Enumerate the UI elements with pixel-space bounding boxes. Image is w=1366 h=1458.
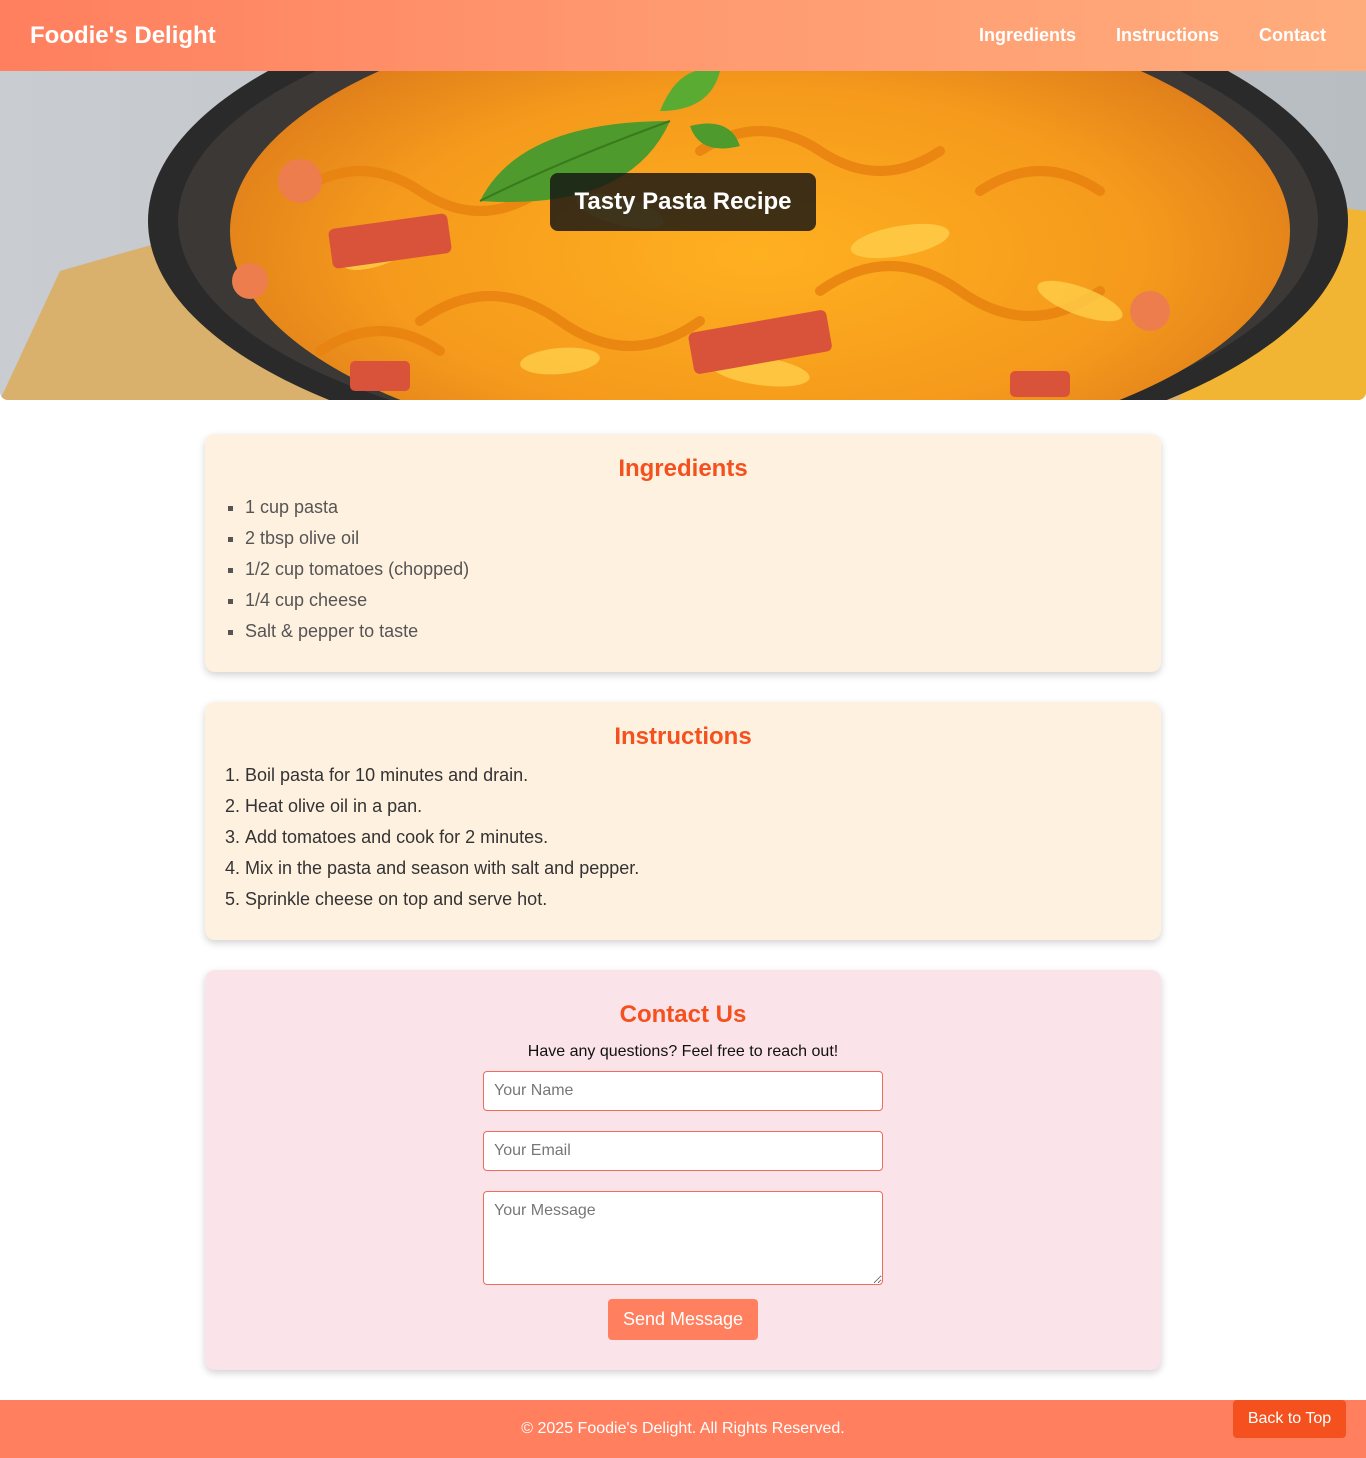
nav-link-instructions[interactable]: Instructions xyxy=(1116,25,1219,46)
contact-heading: Contact Us xyxy=(619,1001,747,1028)
email-input[interactable] xyxy=(483,1131,883,1171)
hero-banner: Tasty Pasta Recipe xyxy=(0,71,1366,400)
list-item: Add tomatoes and cook for 2 minutes. xyxy=(245,824,639,855)
list-item: 1/2 cup tomatoes (chopped) xyxy=(245,556,469,587)
nav-links: Ingredients Instructions Contact xyxy=(979,25,1326,46)
ingredients-card: Ingredients 1 cup pasta 2 tbsp olive oil… xyxy=(205,434,1161,672)
nav-link-ingredients[interactable]: Ingredients xyxy=(979,25,1076,46)
list-item: Salt & pepper to taste xyxy=(245,618,469,649)
copyright-text: © 2025 Foodie's Delight. All Rights Rese… xyxy=(521,1420,845,1437)
message-textarea[interactable] xyxy=(483,1191,883,1285)
contact-subtitle: Have any questions? Feel free to reach o… xyxy=(527,1043,839,1060)
list-item: Heat olive oil in a pan. xyxy=(245,793,639,824)
instructions-heading: Instructions xyxy=(614,723,752,750)
hero-title: Tasty Pasta Recipe xyxy=(550,173,816,231)
list-item: 1/4 cup cheese xyxy=(245,587,469,618)
list-item: 1 cup pasta xyxy=(245,494,469,525)
navbar: Foodie's Delight Ingredients Instruction… xyxy=(0,0,1366,71)
list-item: Boil pasta for 10 minutes and drain. xyxy=(245,762,639,793)
list-item: Mix in the pasta and season with salt an… xyxy=(245,855,639,886)
list-item: Sprinkle cheese on top and serve hot. xyxy=(245,886,639,917)
instructions-card: Instructions Boil pasta for 10 minutes a… xyxy=(205,702,1161,940)
pasta-dish-image xyxy=(0,71,1366,400)
list-item: 2 tbsp olive oil xyxy=(245,525,469,556)
footer: © 2025 Foodie's Delight. All Rights Rese… xyxy=(0,1400,1366,1458)
brand-logo[interactable]: Foodie's Delight xyxy=(30,22,216,50)
nav-link-contact[interactable]: Contact xyxy=(1259,25,1326,46)
ingredients-heading: Ingredients xyxy=(618,455,748,482)
name-input[interactable] xyxy=(483,1071,883,1111)
send-message-button[interactable]: Send Message xyxy=(608,1299,758,1340)
contact-card: Contact Us Have any questions? Feel free… xyxy=(205,970,1161,1370)
ingredients-list: 1 cup pasta 2 tbsp olive oil 1/2 cup tom… xyxy=(245,494,469,649)
back-to-top-button[interactable]: Back to Top xyxy=(1233,1400,1346,1438)
instructions-list: Boil pasta for 10 minutes and drain. Hea… xyxy=(245,762,639,917)
